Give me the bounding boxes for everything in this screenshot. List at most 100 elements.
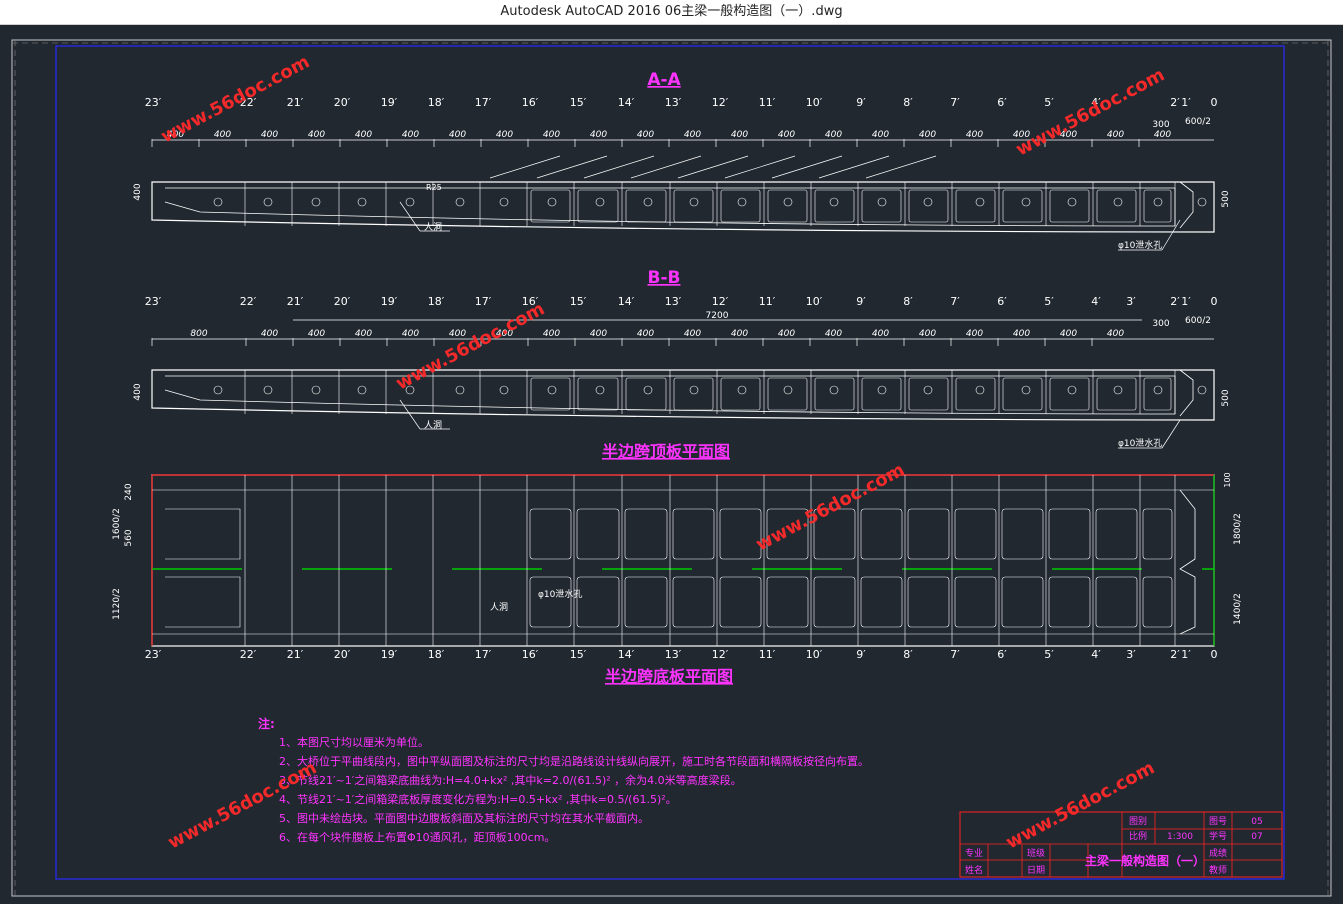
bb-cell: [577, 377, 619, 411]
window-title: Autodesk AutoCAD 2016 06主梁一般构造图（一）.dwg: [500, 4, 843, 19]
bb-segment-marker: [1021, 385, 1031, 395]
bb-dim-400h: 400: [133, 383, 143, 400]
plan-manhole-label: 人洞: [490, 602, 508, 613]
bb-segment-marker: [1153, 385, 1163, 395]
bb-segment-marker: [499, 385, 509, 395]
bb-dim-value: 400: [872, 329, 889, 339]
aa-cell: [1049, 189, 1090, 223]
plan-dim-240: 240: [124, 483, 134, 500]
aa-segment-marker: [213, 197, 223, 207]
bb-segment-label: 7′: [950, 295, 960, 308]
plan-cell-bottom: [672, 576, 715, 628]
aa-cell: [577, 189, 619, 223]
plan-cell-bottom: [766, 576, 809, 628]
aa-dim-value: 400: [966, 130, 983, 140]
section-aa-title: A-A: [647, 70, 681, 90]
aa-dim-value: 400: [543, 130, 560, 140]
bottom-segment-label: 21′: [287, 648, 304, 661]
aa-tendon-line: [630, 155, 702, 179]
plan-cell-top: [954, 508, 997, 560]
aa-segment-marker: [783, 197, 793, 207]
bb-segment-label: 1′: [1181, 295, 1191, 308]
bb-segment-label: 0: [1211, 295, 1218, 308]
bottom-segment-label: 18′: [428, 648, 445, 661]
plan-cell-top: [529, 508, 572, 560]
note-item: 2、大桥位于平曲线段内，图中平纵面图及标注的尺寸均是沿路线设计线纵向展开，施工时…: [279, 754, 869, 768]
aa-tendon-line: [818, 155, 890, 179]
bottom-segment-label: 23′: [145, 648, 162, 661]
aa-segment-marker: [737, 197, 747, 207]
aa-dim-600: 600/2: [1185, 117, 1211, 127]
aa-segment-label: 0: [1211, 96, 1218, 109]
plan-dim-560: 560: [124, 529, 134, 546]
bottom-segment-label: 7′: [950, 648, 960, 661]
aa-segment-label: 16′: [522, 96, 539, 109]
plan-cell-top: [624, 508, 668, 560]
bb-segment-label: 4′: [1091, 295, 1101, 308]
aa-segment-label: 15′: [570, 96, 587, 109]
note-item: 1、本图尺寸均以厘米为单位。: [279, 735, 429, 749]
aa-segment-label: 10′: [806, 96, 823, 109]
aa-segment-label: 2′: [1170, 96, 1180, 109]
plan-cell-bottom: [813, 576, 856, 628]
bb-dim-value: 400: [402, 329, 419, 339]
bb-segment-label: 15′: [570, 295, 587, 308]
aa-tendon-line: [677, 155, 749, 179]
bottom-segment-label: 22′: [240, 648, 257, 661]
bb-segment-marker: [1197, 385, 1207, 395]
bb-segment-marker: [357, 385, 367, 395]
bb-cell: [1002, 377, 1043, 411]
aa-cell: [955, 189, 996, 223]
notes-heading: 注:: [258, 716, 275, 731]
aa-dim-value: 400: [402, 130, 419, 140]
bb-segment-label: 8′: [903, 295, 913, 308]
aa-segment-marker: [547, 197, 557, 207]
drawing-canvas[interactable]: A-A B-B 23′ 22′ 21′ 20′ 19′ 18′ 17′ 16′ 15′ 14′ 13…: [0, 24, 1343, 900]
bb-segment-label: 20′: [334, 295, 351, 308]
plan-cell-top: [860, 508, 903, 560]
bottom-segment-label: 9′: [856, 648, 866, 661]
aa-segment-label: 20′: [334, 96, 351, 109]
aa-segment-label: 19′: [381, 96, 398, 109]
plan-cell-bottom: [907, 576, 950, 628]
tb-row1-label: 图别: [1129, 816, 1147, 827]
tb-left-label-2: 姓名: [965, 864, 983, 876]
aa-drain-leader2: [1161, 219, 1181, 251]
bb-segment-marker: [877, 385, 887, 395]
bottom-segment-label: 19′: [381, 648, 398, 661]
bb-dim-value: 400: [355, 329, 372, 339]
aa-tendon-line: [771, 155, 843, 179]
bb-segment-label: 12′: [712, 295, 729, 308]
bb-segment-label: 2′: [1170, 295, 1180, 308]
bb-segment-label: 19′: [381, 295, 398, 308]
aa-segment-label: 12′: [712, 96, 729, 109]
aa-cell: [1002, 189, 1043, 223]
aa-segment-label: 6′: [997, 96, 1007, 109]
aa-segment-label: 1′: [1181, 96, 1191, 109]
aa-manhole-leader: [399, 201, 421, 232]
aa-dim-400h: 400: [133, 183, 143, 200]
plan-outline: [151, 474, 1215, 647]
bb-dim-value: 400: [637, 329, 654, 339]
bb-segment-label: 17′: [475, 295, 492, 308]
aa-segment-marker: [499, 197, 509, 207]
bb-segment-marker: [783, 385, 793, 395]
plan-cell-top: [1095, 508, 1138, 560]
aa-dim-value: 400: [684, 130, 701, 140]
bb-segment-marker: [595, 385, 605, 395]
bb-dim-value: 400: [684, 329, 701, 339]
bb-segment-label: 18′: [428, 295, 445, 308]
tb-right-label-2: 教师: [1209, 864, 1227, 876]
tb-left-label-4: 日期: [1027, 865, 1045, 876]
section-bb-title: B-B: [648, 268, 681, 288]
cad-drawing[interactable]: A-A B-B 23′ 22′ 21′ 20′ 19′ 18′ 17′ 16′ 15′ 14′ 13…: [0, 24, 1343, 900]
bb-dim-value: 400: [1060, 329, 1077, 339]
aa-dim-value: 400: [1154, 130, 1171, 140]
aa-dim-value: 400: [637, 130, 654, 140]
aa-drain-label: φ10泄水孔: [1118, 239, 1162, 251]
aa-tendon-line: [724, 155, 796, 179]
plan-cell-bottom: [860, 576, 903, 628]
aa-segment-label: 18′: [428, 96, 445, 109]
plan-cell-top: [1142, 508, 1173, 560]
tb-row2-value2: 07: [1251, 832, 1262, 842]
